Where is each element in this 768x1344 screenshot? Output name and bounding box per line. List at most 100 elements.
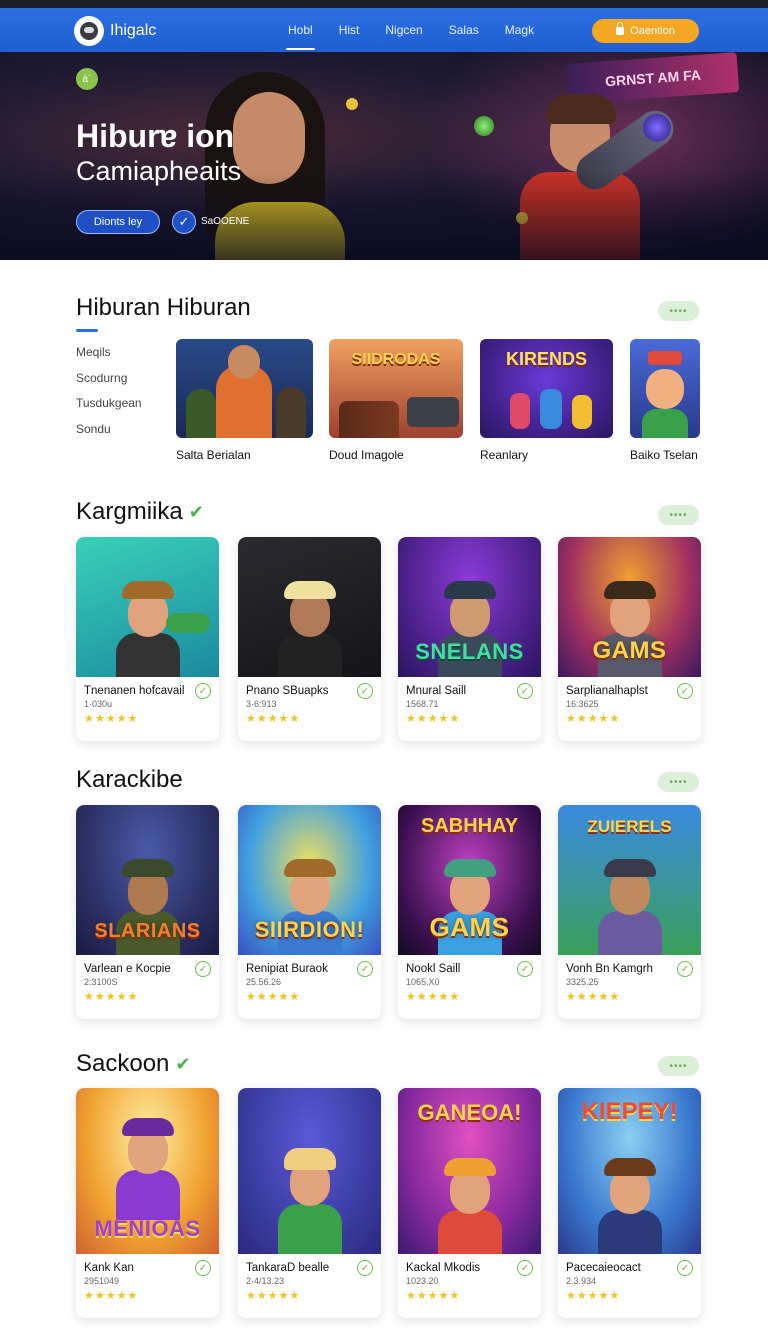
main-nav: Hobl Hist Nigcen Salas Magk	[282, 8, 554, 52]
game-card[interactable]: SIIRDION! Renipiat Buraok 25.56.26 ★★★★★ ✓	[238, 805, 381, 1019]
rating-stars-icon: ★★★★★	[566, 1290, 621, 1302]
featured-item-2[interactable]: SIIDRODAS Doud Imagole	[329, 339, 463, 469]
game-title: Vonh Bn Kamgrh	[566, 963, 653, 975]
game-count: 1023.20	[406, 1276, 439, 1286]
game-card[interactable]: SLARIANS Varlean e Kocpie 2:3100S ★★★★★ ✓	[76, 805, 219, 1019]
nav-item-5[interactable]: Magk	[499, 8, 540, 52]
game-card-art	[238, 537, 381, 677]
game-count: 16:3625	[566, 699, 599, 709]
game-card[interactable]: MENIOAS Kank Kan 2951049 ★★★★★ ✓	[76, 1088, 219, 1318]
hero-badge: à´	[76, 68, 98, 90]
rating-stars-icon: ★★★★★	[246, 1290, 301, 1302]
featured-side-menu: Meqils Scodurng Tusdukgean Sondu	[76, 345, 142, 447]
featured-caption-4: Baiko Tselan	[630, 448, 698, 462]
game-card-art: SNELANS	[398, 537, 541, 677]
featured-caption-1: Salta Berialan	[176, 448, 251, 462]
check-circle-icon[interactable]: ✓	[195, 683, 211, 699]
featured-item-1[interactable]: Salta Berialan	[176, 339, 313, 469]
game-title: Sarplianalhaplst	[566, 685, 648, 697]
section-1-more-button[interactable]: ••••	[658, 505, 699, 525]
game-card[interactable]: SNELANS Mnural Saill 1568.71 ★★★★★ ✓	[398, 537, 541, 741]
game-count: 25.56.26	[246, 977, 282, 987]
section-2-title: Karackibe	[76, 766, 183, 793]
game-count: 3325.25	[566, 977, 599, 987]
section-1-title: Kargmiika ✔	[76, 498, 204, 525]
brand-name[interactable]: Ihigalc	[110, 22, 156, 40]
featured-thumb-3: KIRENDS	[480, 339, 613, 438]
rating-stars-icon: ★★★★★	[566, 713, 621, 725]
game-title: Nookl Saill	[406, 963, 461, 975]
verified-check-icon: ✔	[175, 1053, 191, 1074]
check-circle-icon[interactable]: ✓	[677, 683, 693, 699]
game-card[interactable]: ZUIERELS Vonh Bn Kamgrh 3325.25 ★★★★★ ✓	[558, 805, 701, 1019]
hero-primary-button[interactable]: Dionts ley	[76, 210, 160, 234]
check-circle-icon[interactable]: ✓	[517, 1260, 533, 1276]
game-card[interactable]: GANEOA! Kackal Mkodis 1023.20 ★★★★★ ✓	[398, 1088, 541, 1318]
check-circle-icon[interactable]: ✓	[517, 683, 533, 699]
game-count: 1·030u	[84, 699, 113, 709]
game-title: Varlean e Kocpie	[84, 963, 171, 975]
section-3-title: Sackoon ✔	[76, 1050, 191, 1077]
rating-stars-icon: ★★★★★	[246, 713, 301, 725]
check-circle-icon[interactable]: ✓	[195, 961, 211, 977]
game-card-art	[238, 1088, 381, 1254]
featured-thumb-4	[630, 339, 700, 438]
check-circle-icon[interactable]: ✓	[677, 961, 693, 977]
featured-item-3[interactable]: KIRENDS Reanlary	[480, 339, 613, 469]
game-count: 2:3100S	[84, 977, 118, 987]
game-count: 3·6:913	[246, 699, 277, 709]
section-3-more-button[interactable]: ••••	[658, 1056, 699, 1076]
nav-item-1[interactable]: Hobl	[282, 8, 319, 52]
cta-label: Oaention	[630, 25, 675, 37]
featured-title: Hiburan Hiburan	[76, 294, 251, 321]
hero-banner: GRNST AM FA à´ Hiburɐ ion Camiapheaits D…	[0, 52, 768, 260]
rating-stars-icon: ★★★★★	[566, 991, 621, 1003]
logo-avatar-icon[interactable]	[74, 16, 104, 46]
side-menu-item-1[interactable]: Meqils	[76, 345, 142, 371]
section-2-more-button[interactable]: ••••	[658, 772, 699, 792]
game-card[interactable]: SABHHAY GAMS Nookl Saill 1065.X0 ★★★★★ ✓	[398, 805, 541, 1019]
game-count: 2.3.934	[566, 1276, 597, 1286]
check-circle-icon[interactable]: ✓	[195, 1260, 211, 1276]
game-card-art	[76, 537, 219, 677]
game-title: Kank Kan	[84, 1262, 134, 1274]
nav-item-3[interactable]: Nigcen	[379, 8, 428, 52]
check-circle-icon[interactable]: ✓	[357, 961, 373, 977]
side-menu-item-3[interactable]: Tusdukgean	[76, 396, 142, 422]
side-menu-item-2[interactable]: Scodurng	[76, 371, 142, 397]
game-card[interactable]: Tnenanen hofcavail 1·030u ★★★★★ ✓	[76, 537, 219, 741]
featured-title-underline	[76, 329, 98, 332]
featured-caption-3: Reanlary	[480, 448, 529, 462]
verified-check-icon: ✔	[188, 501, 204, 522]
game-card[interactable]: KIEPEY! Pacecaieocact 2.3.934 ★★★★★ ✓	[558, 1088, 701, 1318]
game-count: 1065.X0	[406, 977, 440, 987]
side-menu-item-4[interactable]: Sondu	[76, 422, 142, 448]
check-circle-icon[interactable]: ✓	[517, 961, 533, 977]
rating-stars-icon: ★★★★★	[84, 713, 139, 725]
featured-caption-2: Doud Imagole	[329, 448, 404, 462]
check-circle-icon[interactable]: ✓	[357, 1260, 373, 1276]
game-title: Mnural Saill	[406, 685, 467, 697]
game-card-art: MENIOAS	[76, 1088, 219, 1254]
featured-thumb-2: SIIDRODAS	[329, 339, 463, 438]
check-circle-icon[interactable]: ✓	[677, 1260, 693, 1276]
nav-item-2[interactable]: Hist	[333, 8, 366, 52]
game-card-art: GAMS	[558, 537, 701, 677]
game-card[interactable]: TankaraD bealle 2·4/13.23 ★★★★★ ✓	[238, 1088, 381, 1318]
hero-check-icon[interactable]: ✓	[172, 210, 196, 234]
featured-item-4[interactable]: Baiko Tselan	[630, 339, 700, 469]
rating-stars-icon: ★★★★★	[406, 991, 461, 1003]
hero-subtitle: Camiapheaits	[76, 156, 242, 186]
cta-button[interactable]: Oaention	[592, 19, 699, 43]
game-card[interactable]: Pnano SBuapks 3·6:913 ★★★★★ ✓	[238, 537, 381, 741]
featured-thumb-1	[176, 339, 313, 438]
check-circle-icon[interactable]: ✓	[357, 683, 373, 699]
nav-item-4[interactable]: Salas	[443, 8, 485, 52]
game-card[interactable]: GAMS Sarplianalhaplst 16:3625 ★★★★★ ✓	[558, 537, 701, 741]
game-title: Pacecaieocact	[566, 1262, 641, 1274]
game-card-art: GANEOA!	[398, 1088, 541, 1254]
featured-more-button[interactable]: ••••	[658, 301, 699, 321]
top-nav-bar: Ihigalc Hobl Hist Nigcen Salas Magk Oaen…	[0, 0, 768, 52]
game-count: 1568.71	[406, 699, 439, 709]
game-title: Pnano SBuapks	[246, 685, 329, 697]
